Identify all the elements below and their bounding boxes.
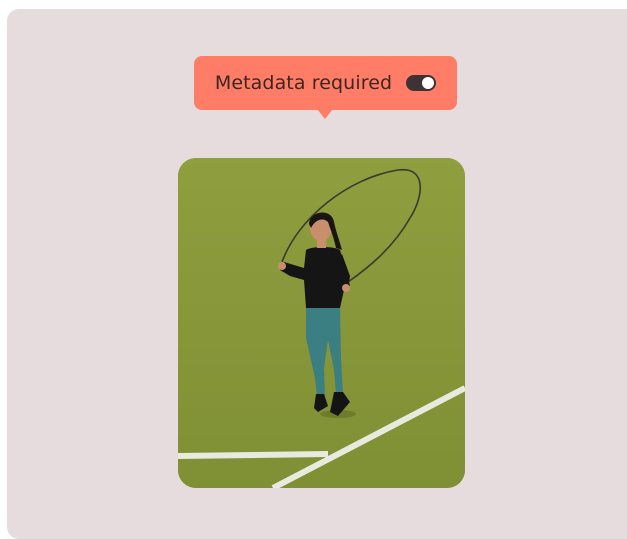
metadata-required-label: Metadata required — [214, 72, 393, 94]
right-hand — [342, 284, 350, 292]
left-hand — [278, 262, 286, 270]
field-line-horizontal — [178, 451, 329, 459]
photo-card[interactable] — [178, 158, 465, 488]
photo-image — [178, 158, 465, 488]
metadata-required-toggle[interactable] — [406, 75, 437, 91]
toggle-knob — [422, 77, 435, 89]
metadata-required-tooltip: Metadata required — [194, 56, 457, 119]
